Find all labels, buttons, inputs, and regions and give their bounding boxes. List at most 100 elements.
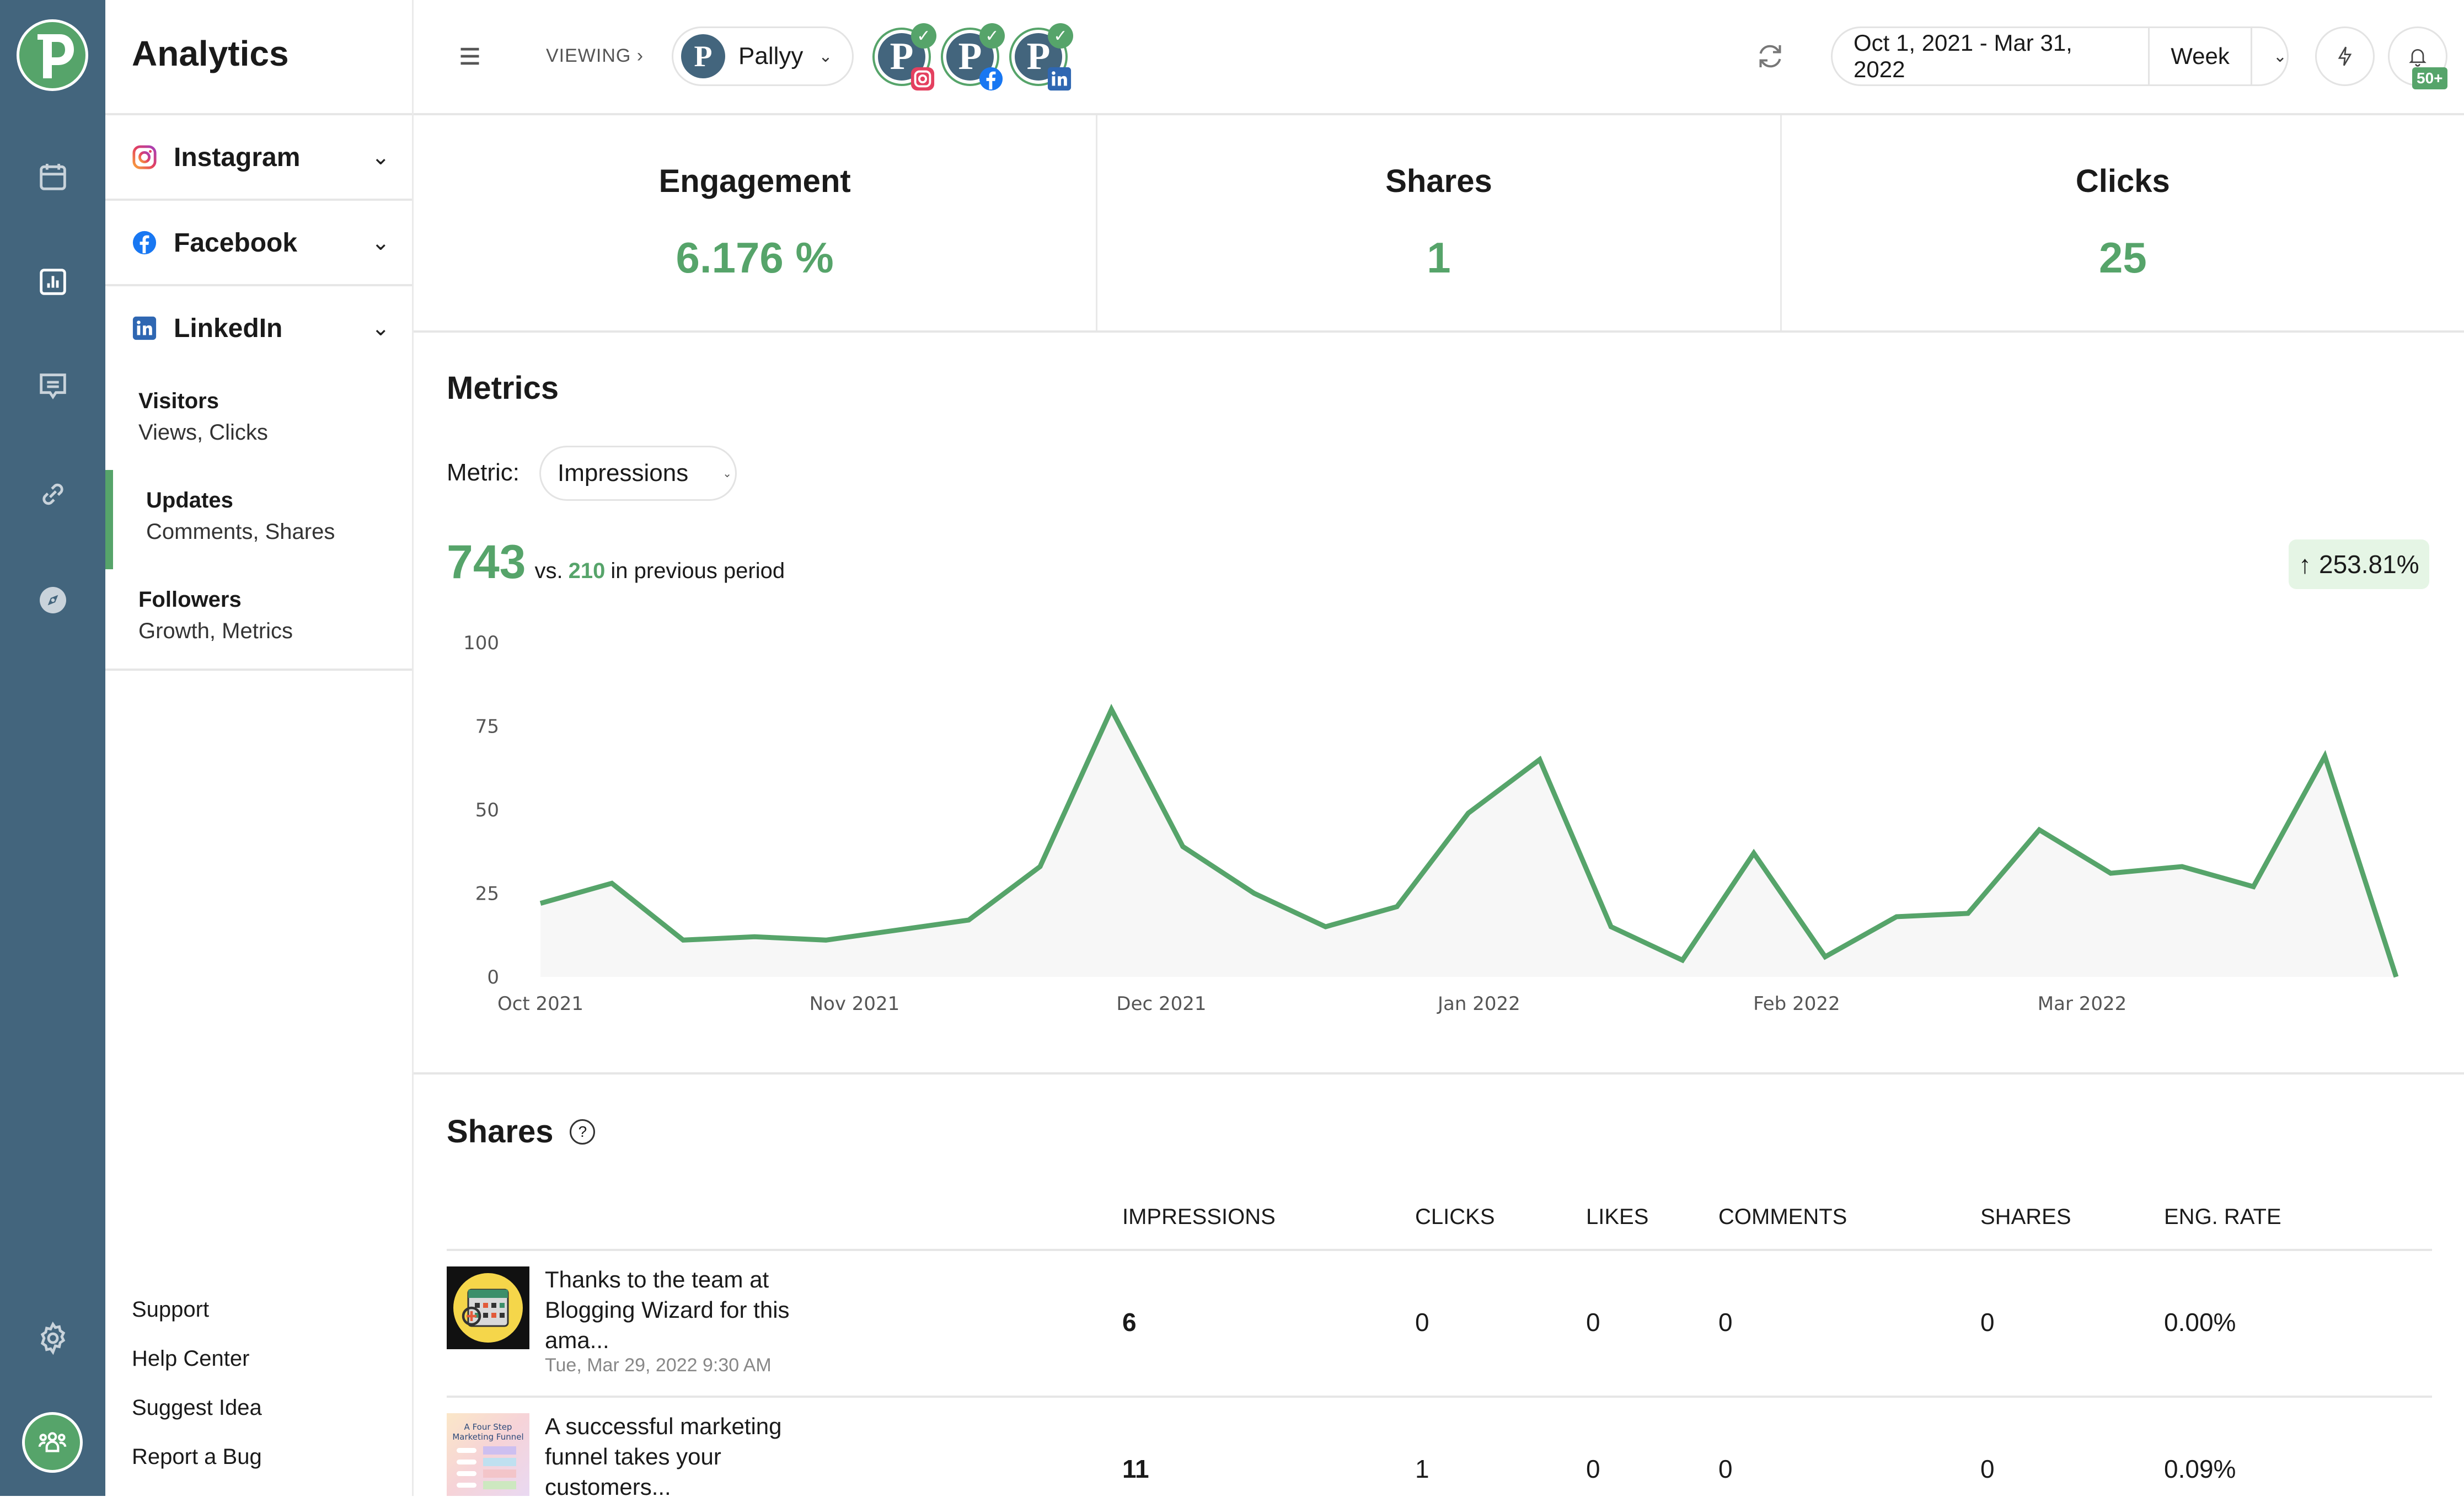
chart-point[interactable] <box>1893 913 1900 920</box>
chart-point[interactable] <box>537 900 544 907</box>
previous-value: 210 <box>568 559 606 583</box>
chart-point[interactable] <box>1822 954 1829 960</box>
link-icon[interactable] <box>33 474 73 514</box>
chart-point[interactable] <box>1251 890 1257 897</box>
y-tick-label: 100 <box>463 632 499 654</box>
refresh-icon[interactable] <box>1754 40 1787 73</box>
column-header-eng-rate[interactable]: ENG. RATE <box>2164 1205 2281 1230</box>
subitem-subtitle: Growth, Metrics <box>138 619 293 643</box>
cell-likes: 0 <box>1586 1308 1600 1337</box>
chart-point[interactable] <box>1322 923 1329 930</box>
chart-point[interactable] <box>751 933 758 940</box>
subitem-title: Visitors <box>138 389 219 413</box>
pallyy-logo[interactable] <box>17 19 88 91</box>
profile-linkedin[interactable]: P ✓ <box>1009 23 1073 91</box>
chart-point[interactable] <box>1964 910 1971 917</box>
stat-value: 25 <box>2098 233 2147 282</box>
gear-icon[interactable] <box>33 1318 73 1358</box>
change-value: 253.81% <box>2319 550 2419 579</box>
change-badge: ↑ 253.81% <box>2289 539 2429 589</box>
profile-instagram[interactable]: P ✓ <box>872 23 936 91</box>
cell-clicks: 0 <box>1415 1308 1429 1337</box>
stat-card-engagement: Engagement 6.176 % <box>414 115 1098 330</box>
team-icon[interactable] <box>22 1412 83 1473</box>
analytics-icon[interactable] <box>33 262 73 302</box>
chart-point[interactable] <box>1108 706 1115 713</box>
sidebar-item-facebook[interactable]: Facebook ⌄ <box>105 199 412 285</box>
post-text[interactable]: A successful marketing funnel takes your… <box>545 1411 821 1502</box>
chart-point[interactable] <box>1608 923 1614 930</box>
chart-point[interactable] <box>1394 904 1400 910</box>
sidebar-subitem-followers[interactable]: Followers Growth, Metrics <box>138 587 293 644</box>
sidebar-item-linkedin[interactable]: LinkedIn ⌄ <box>105 284 412 370</box>
chart-point[interactable] <box>1180 843 1186 850</box>
linkedin-icon <box>1047 67 1072 91</box>
profile-facebook[interactable]: P ✓ <box>941 23 1005 91</box>
hamburger-menu-icon[interactable] <box>458 44 482 68</box>
post-text[interactable]: Thanks to the team at Blogging Wizard fo… <box>545 1264 821 1355</box>
chevron-down-icon[interactable]: ⌄ <box>2252 47 2287 66</box>
chart-area-fill <box>540 709 2396 977</box>
chart-point[interactable] <box>1750 850 1757 857</box>
chart-point[interactable] <box>2036 826 2043 833</box>
metric-select[interactable]: Impressions ⌄ <box>539 446 737 501</box>
calendar-icon[interactable] <box>33 157 73 197</box>
column-header-clicks[interactable]: CLICKS <box>1415 1205 1495 1230</box>
chart-point[interactable] <box>1465 810 1472 816</box>
account-name: Pallyy <box>738 42 804 70</box>
column-header-likes[interactable]: LIKES <box>1586 1205 1648 1230</box>
column-header-impressions[interactable]: IMPRESSIONS <box>1122 1205 1276 1230</box>
sidebar-item-label: LinkedIn <box>174 313 283 343</box>
suggest-idea-link[interactable]: Suggest Idea <box>132 1396 262 1420</box>
chart-point[interactable] <box>1679 957 1686 964</box>
post-thumbnail[interactable]: A Four Step Marketing Funnel <box>447 1413 529 1496</box>
sidebar-item-label: Facebook <box>174 228 298 258</box>
cell-comments: 0 <box>1718 1308 1733 1337</box>
previous-period-label: in previous period <box>610 559 785 583</box>
account-selector[interactable]: P Pallyy ⌄ <box>672 26 854 86</box>
stat-title: Shares <box>1385 163 1492 199</box>
chart-point[interactable] <box>1037 863 1043 870</box>
compass-icon[interactable] <box>33 580 73 620</box>
metric-total: 743 vs. 210 in previous period <box>447 535 785 590</box>
date-range-picker[interactable]: Oct 1, 2021 - Mar 31, 2022 Week ⌄ <box>1831 26 2289 86</box>
cell-eng-rate: 0.00% <box>2164 1308 2236 1337</box>
granularity-select[interactable]: Week <box>2150 28 2252 84</box>
cell-impressions: 6 <box>1122 1308 1137 1337</box>
date-range[interactable]: Oct 1, 2021 - Mar 31, 2022 <box>1833 28 2150 84</box>
account-avatar: P <box>681 34 725 78</box>
chart-point[interactable] <box>608 880 615 886</box>
support-link[interactable]: Support <box>132 1297 209 1322</box>
inbox-icon[interactable] <box>33 367 73 407</box>
instagram-icon <box>132 145 157 169</box>
subitem-title: Updates <box>146 488 233 512</box>
post-thumbnail[interactable] <box>447 1266 529 1349</box>
chart-point[interactable] <box>2393 974 2399 980</box>
chart-point[interactable] <box>2322 753 2328 760</box>
help-icon[interactable]: ? <box>570 1119 596 1145</box>
chart-point[interactable] <box>680 937 687 943</box>
chart-point[interactable] <box>2250 883 2257 890</box>
linkedin-icon <box>132 316 157 340</box>
chart-point[interactable] <box>823 937 829 943</box>
cell-shares: 0 <box>1980 1455 1995 1483</box>
chart-point[interactable] <box>1536 756 1543 763</box>
svg-text:A Four Step: A Four Step <box>464 1422 512 1432</box>
sidebar-subitem-visitors[interactable]: Visitors Views, Clicks <box>138 389 268 445</box>
sidebar-subitem-updates[interactable]: Updates Comments, Shares <box>146 488 335 544</box>
cell-likes: 0 <box>1586 1455 1600 1483</box>
quick-actions-button[interactable] <box>2315 26 2375 86</box>
chevron-down-icon: ⌄ <box>818 47 833 66</box>
chart-point[interactable] <box>966 917 972 923</box>
column-header-comments[interactable]: COMMENTS <box>1718 1205 1847 1230</box>
facebook-icon <box>132 231 157 255</box>
report-bug-link[interactable]: Report a Bug <box>132 1445 262 1469</box>
column-header-shares[interactable]: SHARES <box>1980 1205 2071 1230</box>
sidebar-item-instagram[interactable]: Instagram ⌄ <box>105 113 412 199</box>
shares-section-title: Shares ? <box>447 1113 596 1150</box>
help-center-link[interactable]: Help Center <box>132 1346 249 1371</box>
chart-point[interactable] <box>2107 870 2114 876</box>
chart-point[interactable] <box>894 927 901 933</box>
metric-label: Metric: <box>447 459 519 486</box>
chart-point[interactable] <box>2179 863 2186 870</box>
